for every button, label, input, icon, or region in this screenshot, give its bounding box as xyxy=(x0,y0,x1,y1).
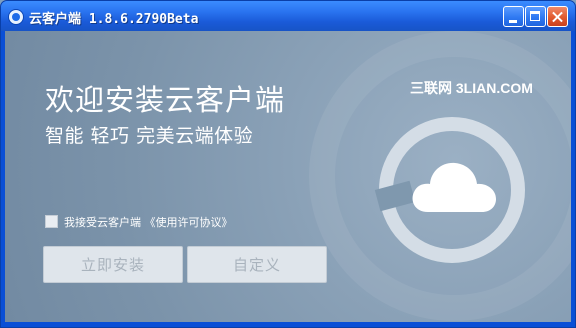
close-button[interactable] xyxy=(547,6,568,27)
agreement-checkbox[interactable] xyxy=(45,215,58,228)
custom-install-button[interactable]: 自定义 xyxy=(187,246,327,283)
minimize-button[interactable] xyxy=(503,6,524,27)
cloud-icon xyxy=(412,162,496,212)
agreement-label[interactable]: 我接受云客户端 《使用许可协议》 xyxy=(64,214,233,230)
app-icon xyxy=(8,9,24,25)
install-now-button[interactable]: 立即安装 xyxy=(43,246,183,283)
installer-window: 云客户端 1.8.6.2790Beta 欢迎安装云客户端 智能 轻巧 完美云端体… xyxy=(0,0,576,328)
tagline: 智能 轻巧 完美云端体验 xyxy=(45,125,254,147)
window-title: 云客户端 1.8.6.2790Beta xyxy=(29,12,199,27)
minimize-icon xyxy=(509,20,517,23)
installer-content: 欢迎安装云客户端 智能 轻巧 完美云端体验 三联网 3LIAN.COM 我接受云… xyxy=(5,31,571,322)
maximize-button[interactable] xyxy=(525,6,546,27)
welcome-heading: 欢迎安装云客户端 xyxy=(45,83,286,117)
close-icon xyxy=(548,7,567,26)
site-watermark: 三联网 3LIAN.COM xyxy=(410,80,533,96)
title-bar[interactable]: 云客户端 1.8.6.2790Beta xyxy=(1,1,575,31)
maximize-icon xyxy=(530,11,540,21)
